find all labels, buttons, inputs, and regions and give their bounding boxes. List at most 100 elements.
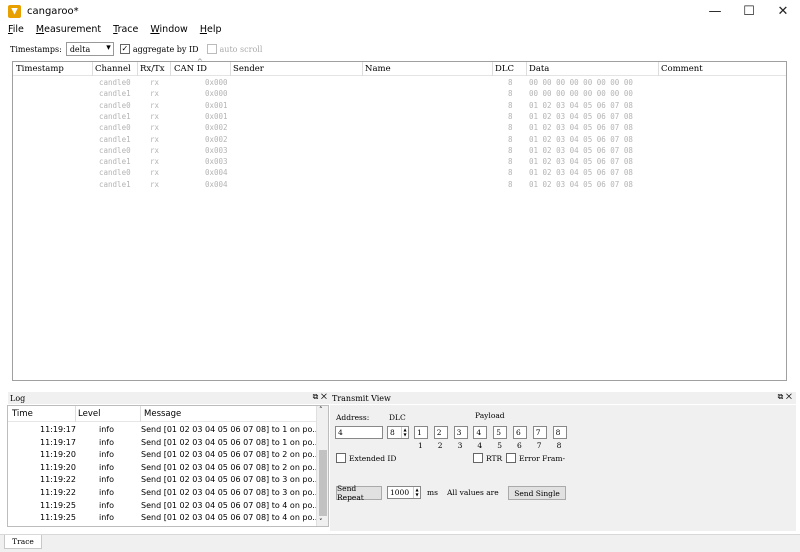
trace-cell-dlc: 8 — [508, 134, 513, 144]
trace-cell-data: 01 02 03 04 05 06 07 08 — [529, 168, 633, 178]
rtr-checkbox[interactable] — [473, 453, 483, 463]
menu-help[interactable]: Help — [200, 24, 222, 35]
log-cell-message: Send [01 02 03 04 05 06 07 08] to 2 on p… — [141, 462, 320, 472]
payload-byte-index: 8 — [556, 441, 562, 450]
menu-window[interactable]: Window — [150, 24, 187, 35]
scroll-thumb[interactable] — [319, 450, 327, 516]
trace-row[interactable]: candle1 rx 0x002 8 01 02 03 04 05 06 07 08 — [13, 135, 786, 146]
payload-byte-input[interactable]: 2 — [433, 426, 448, 439]
trace-cell-data: 01 02 03 04 05 06 07 08 — [529, 179, 633, 189]
trace-cell-data: 01 02 03 04 05 06 07 08 — [529, 100, 633, 110]
col-timestamp[interactable]: Timestamp — [16, 64, 64, 74]
log-row[interactable]: 11:19:22 info Send [01 02 03 04 05 06 07 0… — [8, 474, 320, 487]
trace-cell-channel: candle1 — [99, 134, 131, 144]
col-dlc[interactable]: DLC — [495, 64, 514, 74]
trace-cell-rxtx: rx — [150, 157, 160, 167]
aggregate-label: aggregate by ID — [132, 44, 199, 54]
trace-cell-data: 00 00 00 00 00 00 00 00 — [529, 89, 633, 99]
log-cell-time: 11:19:20 — [40, 450, 76, 460]
trace-cell-channel: candle0 — [99, 100, 131, 110]
trace-cell-channel: candle0 — [99, 168, 131, 178]
trace-row[interactable]: candle0 rx 0x000 8 00 00 00 00 00 00 00 00 — [13, 78, 786, 89]
log-col-message[interactable]: Message — [144, 409, 181, 419]
error-frame-checkbox[interactable] — [506, 453, 516, 463]
log-title-bar: Log ⧉ ✕ — [8, 392, 331, 404]
log-row[interactable]: 11:19:17 info Send [01 02 03 04 05 06 07 0… — [8, 424, 320, 437]
log-cell-level: info — [99, 462, 115, 472]
error-frame-label: Error Fram- — [519, 454, 566, 463]
trace-cell-data: 01 02 03 04 05 06 07 08 — [529, 157, 633, 167]
scroll-down-icon[interactable]: ˅ — [319, 518, 323, 526]
dlc-spinbox[interactable]: 8 ▲ ▼ — [387, 426, 409, 439]
trace-toolbar: Timestamps: delta ✓ aggregate by ID auto… — [0, 38, 800, 60]
extended-id-checkbox[interactable] — [336, 453, 346, 463]
close-icon[interactable]: ✕ — [786, 392, 792, 401]
tab-trace[interactable]: Trace — [4, 535, 42, 549]
address-input[interactable]: 4 — [335, 426, 383, 439]
log-col-level[interactable]: Level — [78, 409, 100, 419]
trace-cell-channel: candle1 — [99, 111, 131, 121]
log-cell-level: info — [99, 475, 115, 485]
col-rxtx[interactable]: Rx/Tx — [140, 64, 165, 74]
trace-row[interactable]: candle1 rx 0x000 8 00 00 00 00 00 00 00 00 — [13, 89, 786, 100]
payload-byte-input[interactable]: 3 — [453, 426, 468, 439]
menu-measurement[interactable]: Measurement — [36, 24, 101, 35]
float-icon[interactable]: ⧉ — [778, 392, 784, 401]
trace-row[interactable]: candle1 rx 0x001 8 01 02 03 04 05 06 07 08 — [13, 112, 786, 123]
payload-byte-input[interactable]: 6 — [513, 426, 527, 439]
log-row[interactable]: 11:19:25 info Send [01 02 03 04 05 06 07 0… — [8, 500, 320, 513]
log-header: Time Level Message — [8, 406, 328, 422]
log-scrollbar[interactable]: ˄ ˅ — [316, 406, 328, 526]
log-col-time[interactable]: Time — [12, 409, 33, 419]
bottom-tab-bar: Trace — [0, 534, 800, 552]
payload-byte-input[interactable]: 8 — [552, 426, 567, 439]
payload-byte-input[interactable]: 5 — [493, 426, 508, 439]
trace-row[interactable]: candle0 rx 0x002 8 01 02 03 04 05 06 07 08 — [13, 123, 786, 134]
col-sender[interactable]: Sender — [233, 64, 264, 74]
trace-row[interactable]: candle0 rx 0x004 8 01 02 03 04 05 06 07 08 — [13, 168, 786, 179]
trace-row[interactable]: candle0 rx 0x003 8 01 02 03 04 05 06 07 08 — [13, 146, 786, 157]
trace-row[interactable]: candle1 rx 0x004 8 01 02 03 04 05 06 07 08 — [13, 180, 786, 191]
log-row[interactable]: 11:19:20 info Send [01 02 03 04 05 06 07 0… — [8, 449, 320, 462]
col-name[interactable]: Name — [365, 64, 391, 74]
log-cell-level: info — [99, 425, 115, 434]
trace-cell-channel: candle1 — [99, 157, 131, 167]
payload-byte-input[interactable]: 1 — [414, 426, 428, 439]
trace-cell-rxtx: rx — [150, 89, 160, 99]
payload-byte-input[interactable]: 4 — [473, 426, 488, 439]
log-row[interactable]: 11:19:17 info Send [01 02 03 04 05 06 07 0… — [8, 437, 320, 450]
minimize-button[interactable]: — — [698, 0, 732, 22]
all-values-label: All values are — [447, 488, 499, 497]
close-button[interactable]: ✕ — [766, 0, 800, 22]
autoscroll-checkbox[interactable] — [206, 44, 217, 54]
log-dock: Log ⧉ ✕ Time Level Message 11:19:17 info S… — [4, 392, 331, 532]
aggregate-checkbox[interactable]: ✓ — [119, 44, 130, 54]
menu-trace[interactable]: Trace — [113, 24, 138, 35]
timestamps-select[interactable]: delta — [65, 42, 114, 56]
spin-arrows-icon[interactable]: ▲ ▼ — [413, 487, 420, 498]
trace-cell-rxtx: rx — [150, 179, 160, 189]
float-icon[interactable]: ⧉ — [313, 392, 319, 401]
rtr-label: RTR — [486, 454, 503, 463]
menu-file[interactable]: File — [8, 24, 24, 35]
col-comment[interactable]: Comment — [661, 64, 703, 74]
maximize-button[interactable]: ☐ — [732, 0, 766, 22]
log-row[interactable]: 11:19:22 info Send [01 02 03 04 05 06 07 0… — [8, 487, 320, 500]
col-channel[interactable]: Channel — [95, 64, 131, 74]
log-row[interactable]: 11:19:20 info Send [01 02 03 04 05 06 07 0… — [8, 462, 320, 475]
trace-row[interactable]: candle0 rx 0x001 8 01 02 03 04 05 06 07 08 — [13, 101, 786, 112]
ms-label: ms — [427, 488, 438, 497]
log-row[interactable]: 11:19:25 info Send [01 02 03 04 05 06 07 0… — [8, 512, 320, 525]
spin-arrows-icon[interactable]: ▲ ▼ — [401, 427, 408, 438]
send-single-button[interactable]: Send Single — [508, 486, 566, 500]
payload-byte-input[interactable]: 7 — [532, 426, 547, 439]
trace-view[interactable]: Timestamp Channel Rx/Tx CAN ID ^ Sender … — [12, 58, 787, 381]
repeat-interval-spinbox[interactable]: 1000 ▲ ▼ — [387, 486, 421, 499]
log-table[interactable]: Time Level Message 11:19:17 info Send [01 … — [7, 405, 329, 527]
trace-row[interactable]: candle1 rx 0x003 8 01 02 03 04 05 06 07 08 — [13, 157, 786, 168]
log-cell-time: 11:19:17 — [40, 437, 76, 447]
col-data[interactable]: Data — [529, 64, 549, 74]
send-repeat-button[interactable]: Send Repeat — [336, 484, 382, 502]
scroll-up-icon[interactable]: ˄ — [319, 406, 323, 414]
close-icon[interactable]: ✕ — [321, 392, 327, 401]
